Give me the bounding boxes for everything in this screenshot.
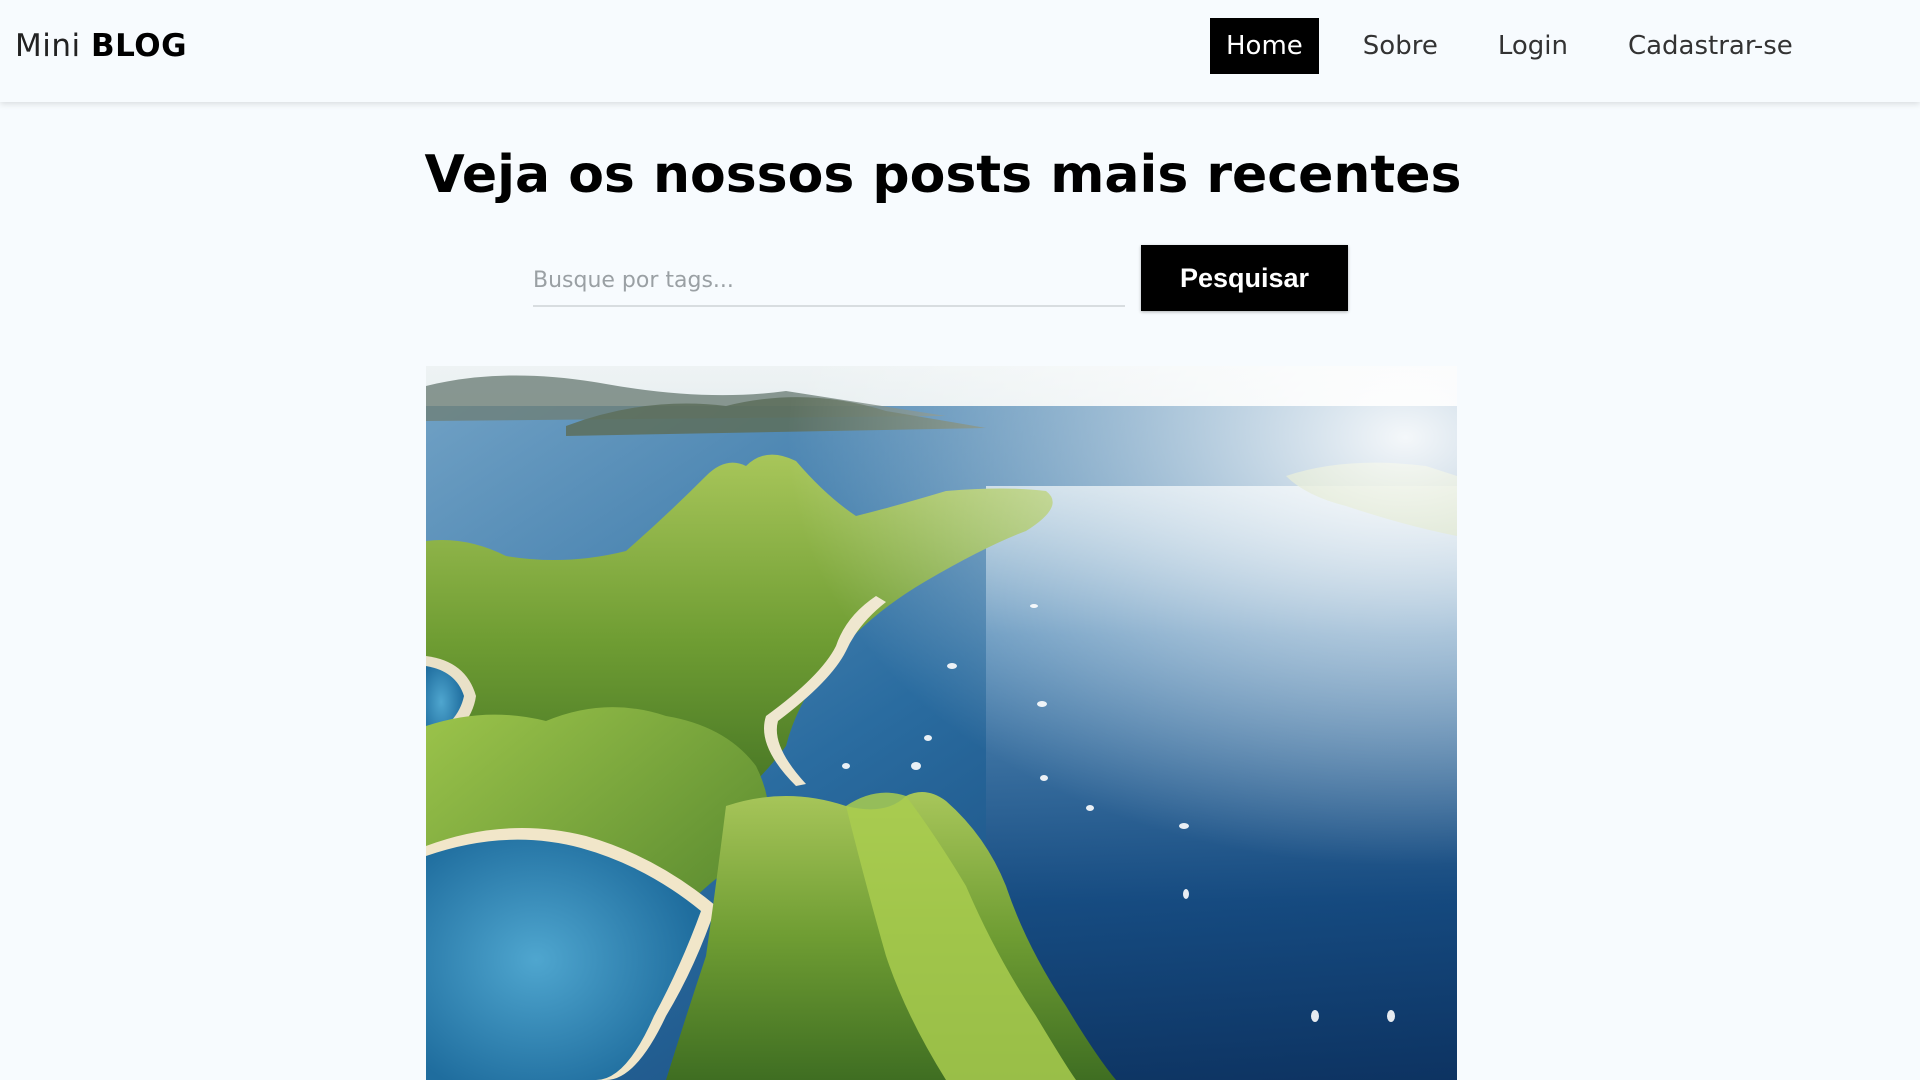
- page-title: Veja os nossos posts mais recentes: [424, 145, 1462, 205]
- nav-sobre-link[interactable]: Sobre: [1347, 18, 1454, 74]
- search-button[interactable]: Pesquisar: [1141, 245, 1348, 311]
- nav-login-link[interactable]: Login: [1482, 18, 1584, 74]
- post-image[interactable]: [426, 366, 1457, 1080]
- post-image-illustration: [426, 366, 1457, 1080]
- brand-light-text: Mini: [15, 28, 81, 64]
- search-input[interactable]: [533, 255, 1125, 307]
- navbar: Mini BLOG Home Sobre Login Cadastrar-se: [0, 0, 1920, 102]
- nav-home-link[interactable]: Home: [1210, 18, 1319, 74]
- nav-links: Home Sobre Login Cadastrar-se: [1210, 18, 1837, 74]
- nav-cadastrar-link[interactable]: Cadastrar-se: [1612, 18, 1809, 74]
- search-form: Pesquisar: [533, 245, 1350, 313]
- brand-logo[interactable]: Mini BLOG: [15, 28, 187, 64]
- brand-bold-text: BLOG: [90, 28, 188, 64]
